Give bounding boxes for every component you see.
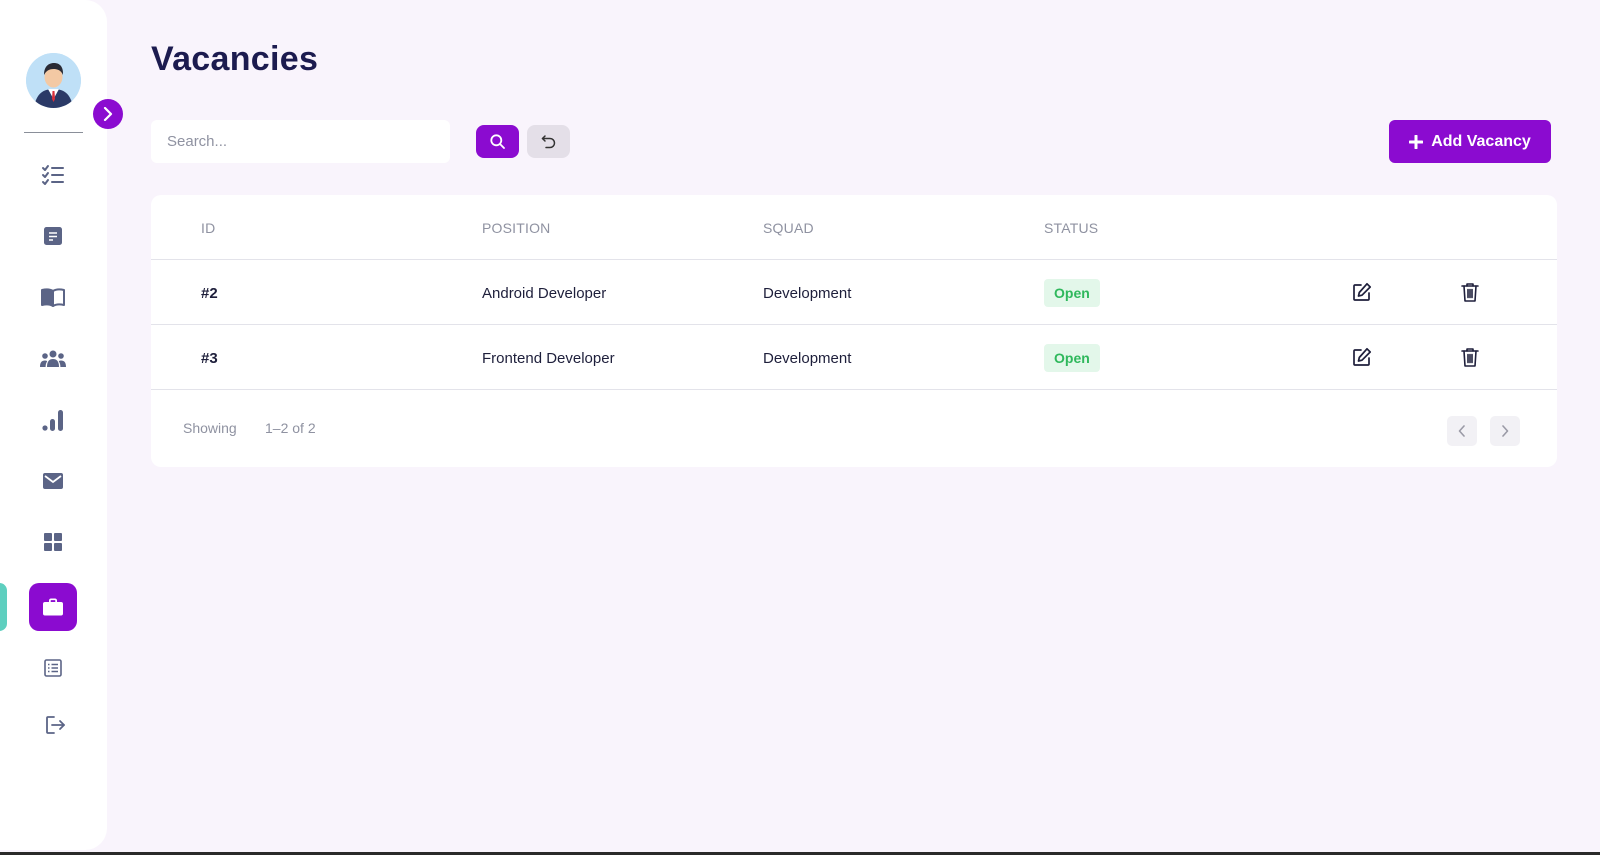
sidebar-expand-button[interactable]: [93, 99, 123, 129]
trash-icon: [1461, 283, 1479, 302]
notes-icon: [44, 227, 62, 245]
mail-icon: [43, 473, 63, 489]
chevron-right-icon: [103, 107, 113, 121]
sidebar-divider: [24, 132, 83, 133]
add-vacancy-button[interactable]: Add Vacancy: [1389, 120, 1551, 163]
edit-icon: [1353, 282, 1372, 301]
active-indicator: [0, 583, 7, 631]
column-header-position[interactable]: POSITION: [482, 220, 551, 236]
column-header-id[interactable]: ID: [201, 220, 215, 236]
cell-squad: Development: [763, 285, 852, 302]
chevron-left-icon: [1458, 425, 1465, 437]
header-divider: [151, 259, 1557, 260]
sidebar-item-logout[interactable]: [32, 701, 80, 749]
trash-icon: [1461, 348, 1479, 367]
undo-icon: [541, 135, 556, 149]
pagination-range: 1–2 of 2: [265, 420, 316, 436]
sidebar-item-dashboard[interactable]: [29, 518, 77, 566]
sidebar: [0, 0, 107, 850]
book-icon: [41, 288, 65, 307]
sidebar-item-library[interactable]: [29, 273, 77, 321]
search-input[interactable]: [151, 120, 450, 163]
search-button[interactable]: [476, 125, 519, 158]
row-divider: [151, 324, 1557, 325]
sidebar-item-list[interactable]: [29, 644, 77, 692]
delete-button[interactable]: [1459, 281, 1481, 303]
edit-button[interactable]: [1351, 346, 1373, 368]
plus-icon: [1409, 134, 1424, 149]
reset-button[interactable]: [527, 125, 570, 158]
status-badge: Open: [1044, 279, 1100, 307]
next-page-button[interactable]: [1490, 416, 1520, 446]
sidebar-item-team[interactable]: [29, 335, 77, 383]
briefcase-icon: [43, 598, 63, 616]
search-icon: [490, 134, 505, 149]
column-header-status[interactable]: STATUS: [1044, 220, 1098, 236]
user-avatar[interactable]: [26, 53, 81, 108]
delete-button[interactable]: [1459, 346, 1481, 368]
bar-chart-icon: [42, 410, 63, 431]
vacancies-table: ID POSITION SQUAD STATUS #2 Android Deve…: [151, 195, 1557, 467]
sidebar-item-messages[interactable]: [29, 457, 77, 505]
column-header-squad[interactable]: SQUAD: [763, 220, 814, 236]
sidebar-item-tasks[interactable]: [29, 151, 77, 199]
cell-position: Frontend Developer: [482, 350, 615, 367]
row-divider: [151, 389, 1557, 390]
sidebar-item-reports[interactable]: [29, 396, 77, 444]
cell-id: #3: [201, 350, 218, 367]
cell-position: Android Developer: [482, 285, 607, 302]
list-icon: [44, 659, 62, 677]
status-badge: Open: [1044, 344, 1100, 372]
chevron-right-icon: [1502, 425, 1509, 437]
sidebar-item-vacancies[interactable]: [29, 583, 77, 631]
edit-icon: [1353, 347, 1372, 366]
checklist-icon: [42, 165, 64, 185]
pagination-showing-label: Showing: [183, 420, 237, 436]
logout-icon: [46, 716, 65, 734]
edit-button[interactable]: [1351, 281, 1373, 303]
grid-icon: [44, 533, 62, 551]
sidebar-item-notes[interactable]: [29, 212, 77, 260]
add-vacancy-label: Add Vacancy: [1431, 132, 1531, 150]
cell-squad: Development: [763, 350, 852, 367]
previous-page-button[interactable]: [1447, 416, 1477, 446]
cell-id: #2: [201, 285, 218, 302]
team-icon: [40, 350, 66, 367]
page-title: Vacancies: [151, 40, 319, 78]
